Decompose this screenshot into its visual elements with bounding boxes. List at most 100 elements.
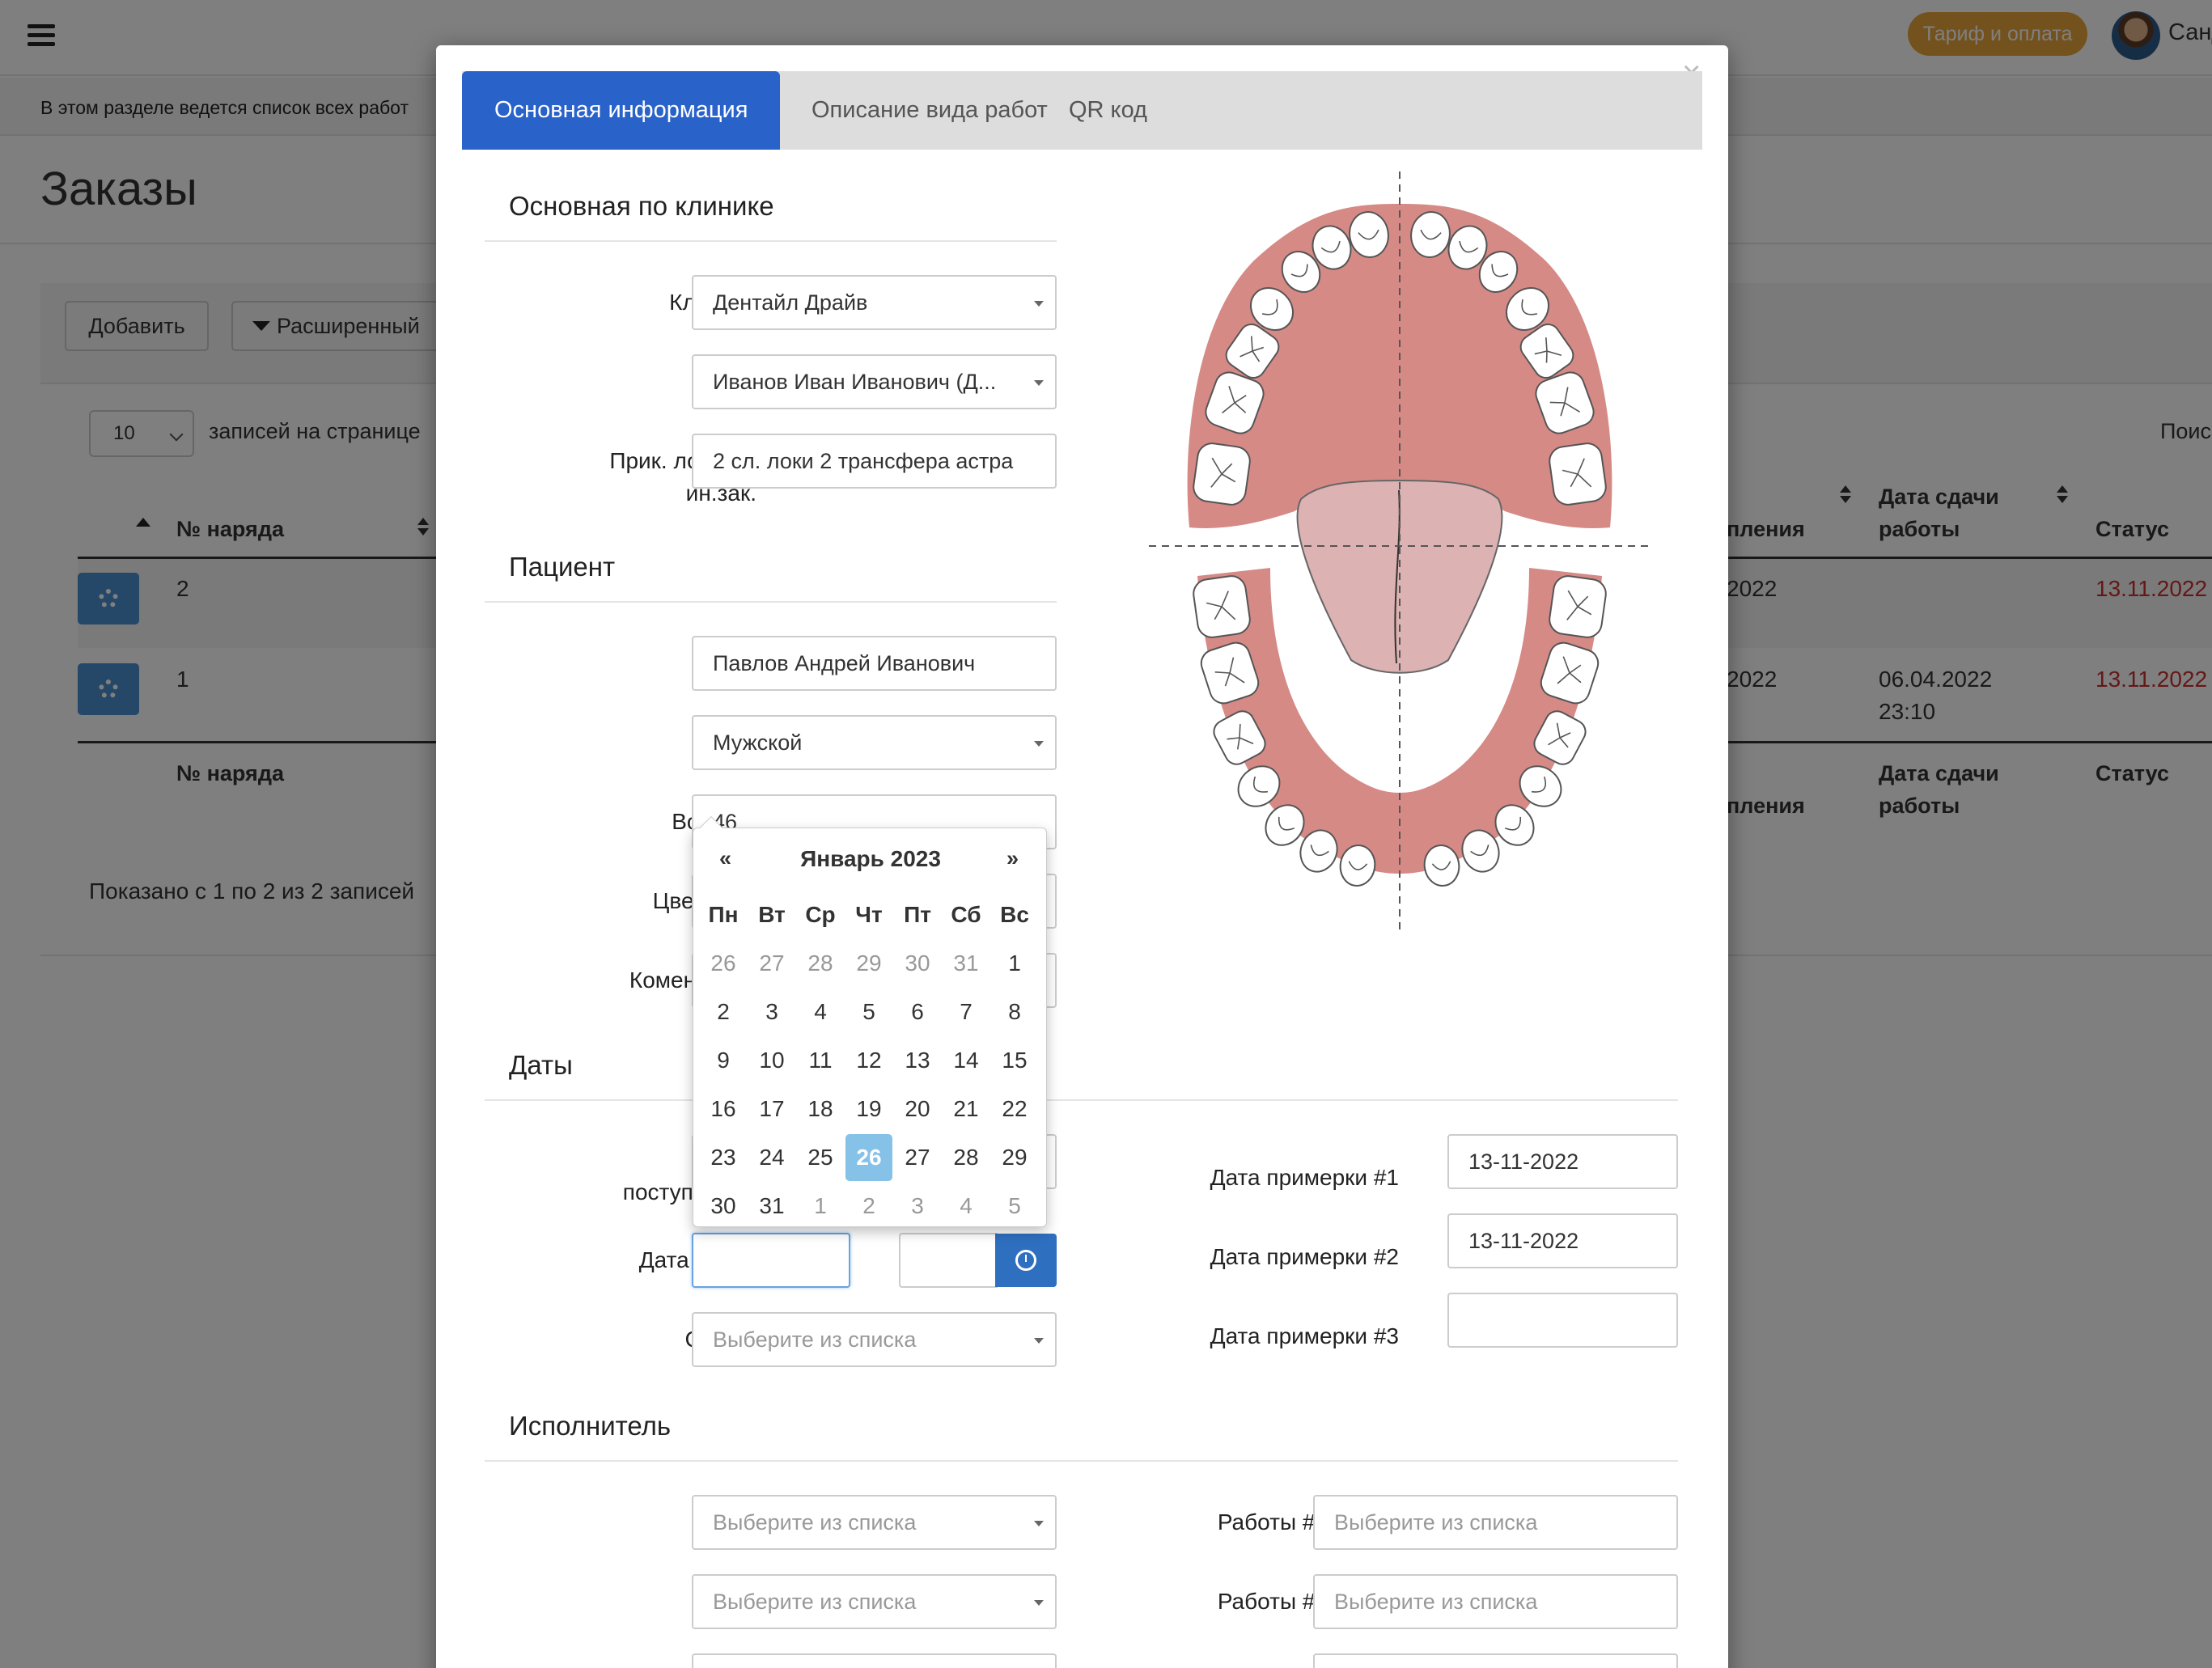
- caret-down-icon: [1034, 1338, 1044, 1344]
- datepicker-day[interactable]: 11: [797, 1037, 844, 1084]
- caret-down-icon: [1034, 741, 1044, 747]
- fitting2-input[interactable]: 13-11-2022: [1447, 1213, 1678, 1268]
- weekday-header: Сб: [951, 902, 981, 927]
- clinic-select[interactable]: Дентайл Драйв: [692, 275, 1057, 330]
- datepicker-day[interactable]: 30: [700, 1183, 747, 1230]
- datepicker-day[interactable]: 4: [943, 1183, 989, 1230]
- works2-input[interactable]: Выберите из списка: [1313, 1574, 1678, 1629]
- works1-placeholder: Выберите из списка: [1334, 1510, 1538, 1535]
- datepicker-day[interactable]: 8: [991, 989, 1038, 1035]
- works3-input[interactable]: [1313, 1653, 1678, 1668]
- due-date-input[interactable]: [692, 1233, 850, 1288]
- caret-down-icon: [1034, 1600, 1044, 1606]
- tab-main-info[interactable]: Основная информация: [462, 71, 781, 150]
- datepicker-day[interactable]: 10: [748, 1037, 795, 1084]
- datepicker-day[interactable]: 29: [845, 940, 892, 987]
- sex-value: Мужской: [713, 730, 803, 755]
- fitting1-label: Дата примерки #1: [1210, 1165, 1399, 1190]
- datepicker-next-button[interactable]: »: [1006, 846, 1019, 871]
- datepicker-day[interactable]: 6: [894, 989, 941, 1035]
- executor1-placeholder: Выберите из списка: [713, 1510, 917, 1535]
- attach-value: 2 сл. локи 2 трансфера астра: [713, 449, 1014, 473]
- datepicker-day[interactable]: 3: [748, 989, 795, 1035]
- weekday-header: Вт: [758, 902, 786, 927]
- order-modal: × Основная информация Описание вида рабо…: [436, 45, 1728, 1668]
- clinic-value: Дентайл Драйв: [713, 290, 868, 315]
- tab-qr-code[interactable]: QR код: [1069, 71, 1147, 150]
- datepicker-day[interactable]: 16: [700, 1086, 747, 1132]
- doctor-select[interactable]: Иванов Иван Иванович (Д...: [692, 354, 1057, 409]
- datepicker-day[interactable]: 13: [894, 1037, 941, 1084]
- fitting2-label: Дата примерки #2: [1210, 1244, 1399, 1269]
- datepicker-day[interactable]: 31: [943, 940, 989, 987]
- tooth-icon[interactable]: [1192, 574, 1252, 639]
- datepicker-day[interactable]: 22: [991, 1086, 1038, 1132]
- fitting3-input[interactable]: [1447, 1293, 1678, 1348]
- weekday-header: Чт: [855, 902, 883, 927]
- executor2-placeholder: Выберите из списка: [713, 1590, 917, 1614]
- section-title-executor: Исполнитель: [509, 1411, 672, 1441]
- fitting1-value: 13-11-2022: [1468, 1149, 1579, 1174]
- datepicker-day[interactable]: 15: [991, 1037, 1038, 1084]
- tooth-icon[interactable]: [1192, 442, 1252, 506]
- fio-value: Павлов Андрей Иванович: [713, 651, 976, 675]
- datepicker-day[interactable]: 18: [797, 1086, 844, 1132]
- datepicker-day[interactable]: 27: [894, 1134, 941, 1181]
- datepicker-day[interactable]: 2: [845, 1183, 892, 1230]
- datepicker-day[interactable]: 25: [797, 1134, 844, 1181]
- datepicker-day[interactable]: 4: [797, 989, 844, 1035]
- datepicker-day[interactable]: 19: [845, 1086, 892, 1132]
- datepicker-day[interactable]: 14: [943, 1037, 989, 1084]
- tab-work-description[interactable]: Описание вида работ: [811, 71, 1048, 150]
- works2-placeholder: Выберите из списка: [1334, 1590, 1538, 1614]
- status-placeholder: Выберите из списка: [713, 1327, 917, 1352]
- datepicker-day[interactable]: 26: [845, 1134, 892, 1181]
- executor1-select[interactable]: Выберите из списка: [692, 1495, 1057, 1550]
- datepicker-day[interactable]: 27: [748, 940, 795, 987]
- dental-chart[interactable]: [1149, 171, 1651, 932]
- tooth-icon[interactable]: [1548, 574, 1608, 639]
- executor3-select[interactable]: [692, 1653, 1057, 1668]
- tooth-icon[interactable]: [1548, 442, 1608, 506]
- datepicker-day[interactable]: 26: [700, 940, 747, 987]
- datepicker-day[interactable]: 2: [700, 989, 747, 1035]
- clock-icon: [1015, 1250, 1036, 1271]
- datepicker-day[interactable]: 5: [845, 989, 892, 1035]
- weekday-header: Пн: [708, 902, 739, 927]
- works1-input[interactable]: Выберите из списка: [1313, 1495, 1678, 1550]
- caret-down-icon: [1034, 380, 1044, 386]
- section-divider: [485, 1460, 1678, 1462]
- fio-input[interactable]: Павлов Андрей Иванович: [692, 636, 1057, 691]
- datepicker-day[interactable]: 24: [748, 1134, 795, 1181]
- datepicker-day[interactable]: 7: [943, 989, 989, 1035]
- due-time-input[interactable]: [899, 1233, 998, 1288]
- datepicker-day[interactable]: 29: [991, 1134, 1038, 1181]
- datepicker-day[interactable]: 3: [894, 1183, 941, 1230]
- sex-select[interactable]: Мужской: [692, 715, 1057, 770]
- executor2-select[interactable]: Выберите из списка: [692, 1574, 1057, 1629]
- attach-input[interactable]: 2 сл. локи 2 трансфера астра: [692, 434, 1057, 489]
- datepicker-day[interactable]: 1: [797, 1183, 844, 1230]
- status-select[interactable]: Выберите из списка: [692, 1312, 1057, 1367]
- datepicker-day[interactable]: 12: [845, 1037, 892, 1084]
- datepicker-day[interactable]: 23: [700, 1134, 747, 1181]
- section-title-patient: Пациент: [509, 552, 616, 582]
- datepicker-day[interactable]: 5: [991, 1183, 1038, 1230]
- fitting1-input[interactable]: 13-11-2022: [1447, 1134, 1678, 1189]
- section-divider: [485, 240, 1057, 242]
- caret-down-icon: [1034, 1521, 1044, 1526]
- datepicker-day[interactable]: 30: [894, 940, 941, 987]
- time-picker-button[interactable]: [995, 1234, 1057, 1287]
- section-title-dates: Даты: [509, 1050, 573, 1080]
- section-divider: [485, 1099, 1678, 1101]
- weekday-header: Ср: [805, 902, 836, 927]
- datepicker-day[interactable]: 28: [797, 940, 844, 987]
- datepicker-day[interactable]: 28: [943, 1134, 989, 1181]
- datepicker-day[interactable]: 21: [943, 1086, 989, 1132]
- datepicker-day[interactable]: 1: [991, 940, 1038, 987]
- datepicker-day[interactable]: 9: [700, 1037, 747, 1084]
- datepicker-day[interactable]: 17: [748, 1086, 795, 1132]
- datepicker-day[interactable]: 20: [894, 1086, 941, 1132]
- datepicker-day[interactable]: 31: [748, 1183, 795, 1230]
- datepicker-title[interactable]: Январь 2023: [693, 846, 1048, 872]
